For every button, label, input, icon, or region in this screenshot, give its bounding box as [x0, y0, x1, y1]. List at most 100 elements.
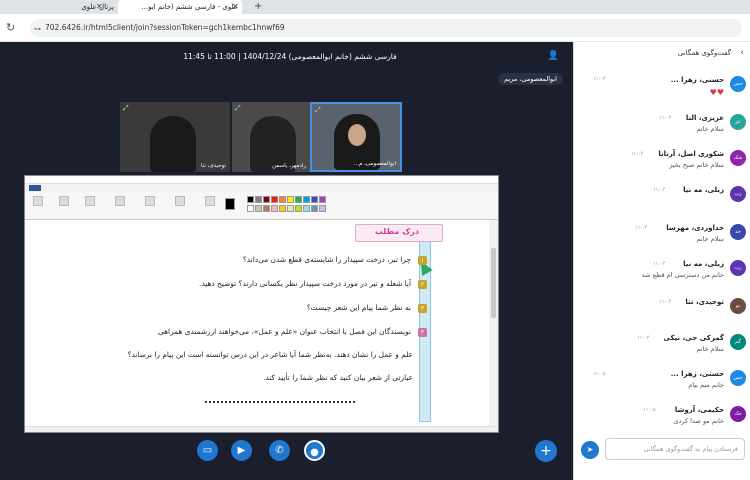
scroll-thumb[interactable]	[491, 248, 496, 318]
question-text: به نظر شما پیام این شعر چیست؟	[306, 303, 411, 312]
ribbon-tool	[85, 196, 95, 206]
avatar: عز	[730, 114, 746, 130]
message-time: ۱۱:۰۵	[593, 371, 606, 377]
site-info-icon[interactable]: ⊶	[34, 25, 41, 33]
expand-icon[interactable]: ⤢	[235, 104, 241, 113]
question-number: ۳	[418, 304, 427, 313]
video-name: ابوالمعصومی، م...	[353, 161, 396, 167]
presenter-badge: ابوالمعصومی، مریم	[498, 73, 563, 85]
avatar: زب	[730, 260, 746, 276]
video-name: رادمهر، یاسمن	[272, 163, 306, 169]
color-swatch	[279, 196, 286, 203]
question-number: ۱	[418, 256, 427, 265]
phone-icon: ✆	[275, 445, 284, 456]
color-swatch	[295, 205, 302, 212]
avatar: خد	[730, 224, 746, 240]
meeting-area: فارسی ششم (خانم ابوالمعصومی) 1404/12/24 …	[0, 42, 573, 480]
expand-icon[interactable]: ⤢	[123, 104, 129, 113]
message-text: خانم میم بیام	[688, 381, 724, 389]
video-button[interactable]: ▶	[231, 440, 252, 461]
color-swatch	[311, 196, 318, 203]
reload-icon[interactable]: ↻	[6, 19, 15, 37]
message-text: خانم من دسترسی ام قطع شد	[641, 271, 724, 279]
vertical-scrollbar[interactable]	[489, 220, 498, 426]
color-swatch	[263, 196, 270, 203]
avatar: حک	[730, 406, 746, 422]
color-swatch	[303, 196, 310, 203]
expand-icon[interactable]: ⤢	[315, 106, 321, 115]
color-swatch	[287, 205, 294, 212]
question-text: نویسندگان این فصل با انتخاب عنوان «علم و…	[157, 327, 411, 336]
paint-canvas: درک مطلب ۱ چرا تبر، درخت سپیدار را شایست…	[25, 220, 491, 426]
send-button[interactable]: ➤	[581, 441, 599, 459]
chat-input[interactable]: فرستادن پیام به گفت‌وگوی همگانی	[605, 438, 745, 460]
message-time: ۱۱:۰۴	[653, 187, 666, 193]
close-icon[interactable]: ✕	[232, 0, 239, 14]
message-time: ۱۱:۰۵	[643, 407, 656, 413]
paint-file-menu	[29, 185, 41, 191]
message-author: حسنی، زهرا ...	[670, 76, 724, 84]
color-swatch	[311, 205, 318, 212]
phone-button[interactable]: ✆	[269, 440, 290, 461]
address-bar: ↻ ⊶ 702.6426.ir/html5client/join?session…	[0, 14, 750, 42]
video-name: توحیدی، تنا	[200, 163, 226, 169]
avatar: حس	[730, 370, 746, 386]
microphone-button[interactable]: ●	[304, 440, 325, 461]
paint-statusbar	[25, 426, 498, 432]
message-text: خانم مو صدا کردی	[673, 417, 724, 425]
ribbon-tool	[175, 196, 185, 206]
screen-share-button[interactable]: ▭	[197, 440, 218, 461]
color-swatch	[319, 196, 326, 203]
chat-panel: ‹ گفت‌وگوی همگانی حس حسنی، زهرا ... ۱۱:۰…	[573, 42, 750, 480]
avatar: حس	[730, 76, 746, 92]
message-text: سلام خانم صبح بخیر	[669, 161, 724, 169]
video-tile[interactable]: ⤢ رادمهر، یاسمن	[232, 102, 310, 172]
ribbon-tool	[145, 196, 155, 206]
color-swatch	[247, 196, 254, 203]
message-time: ۱۱:۰۴	[659, 299, 672, 305]
question-text: عبارتی از شعر بیان کنید که نظر شما را تأ…	[263, 373, 413, 382]
ribbon-tool	[205, 196, 215, 206]
screen-share: درک مطلب ۱ چرا تبر، درخت سپیدار را شایست…	[24, 175, 499, 433]
message-time: ۱۱:۰۴	[635, 225, 648, 231]
new-tab-button[interactable]: +	[254, 0, 262, 14]
microphone-icon: ●	[310, 447, 319, 458]
paint-titlebar	[25, 176, 498, 184]
message-time: ۱۱:۰۳	[659, 115, 672, 121]
chat-title: گفت‌وگوی همگانی	[677, 49, 731, 57]
color-swatch	[247, 205, 254, 212]
color-swatch	[295, 196, 302, 203]
color-swatch	[255, 205, 262, 212]
video-tile-active[interactable]: ⤢ ابوالمعصومی، م...	[310, 102, 402, 172]
message-time: ۱۱:۰۴	[631, 151, 644, 157]
question-number: ۲	[418, 280, 427, 289]
message-author: زبلی، مه نیا	[683, 186, 724, 194]
add-action-button[interactable]: +	[535, 440, 557, 462]
question-text: آیا شعله و تیر در مورد درخت سپیدار نظر ی…	[199, 279, 411, 288]
video-tile[interactable]: ⤢ توحیدی، تنا	[120, 102, 230, 172]
color-swatch	[279, 205, 286, 212]
avatar: گم	[730, 334, 746, 350]
message-author: زبلی، مه نیا	[683, 260, 724, 268]
dotted-answer-line	[205, 401, 355, 403]
message-time: ۱۱:۰۴	[653, 261, 666, 267]
color-swatch	[271, 196, 278, 203]
slide-heading: درک مطلب	[374, 227, 419, 236]
color-swatch	[287, 196, 294, 203]
message-time: ۱۱:۰۴	[637, 335, 650, 341]
question-text: چرا تبر، درخت سپیدار را شایسته‌ی قطع شدن…	[242, 255, 411, 264]
heart-icon: ♥♥	[709, 88, 724, 97]
meeting-header: فارسی ششم (خانم ابوالمعصومی) 1404/12/24 …	[0, 42, 573, 72]
paint-ribbon	[25, 192, 498, 220]
question-text: علم و عمل را نشان دهند. به‌نظر شما آیا ش…	[127, 350, 413, 359]
users-icon[interactable]: 👤	[548, 51, 559, 61]
message-author: حکیمی، آروشا	[674, 406, 724, 414]
browser-tab-class[interactable]: علوی - فارسی ششم (خانم ابو...	[118, 0, 242, 14]
close-icon[interactable]: ✕	[96, 0, 103, 14]
paint-menu	[25, 184, 498, 192]
message-text: سلام خانم	[696, 345, 724, 353]
avatar: شک	[730, 150, 746, 166]
avatar: زب	[730, 186, 746, 202]
screen-share-icon: ▭	[202, 445, 213, 456]
message-text: سلام خانم	[696, 235, 724, 243]
